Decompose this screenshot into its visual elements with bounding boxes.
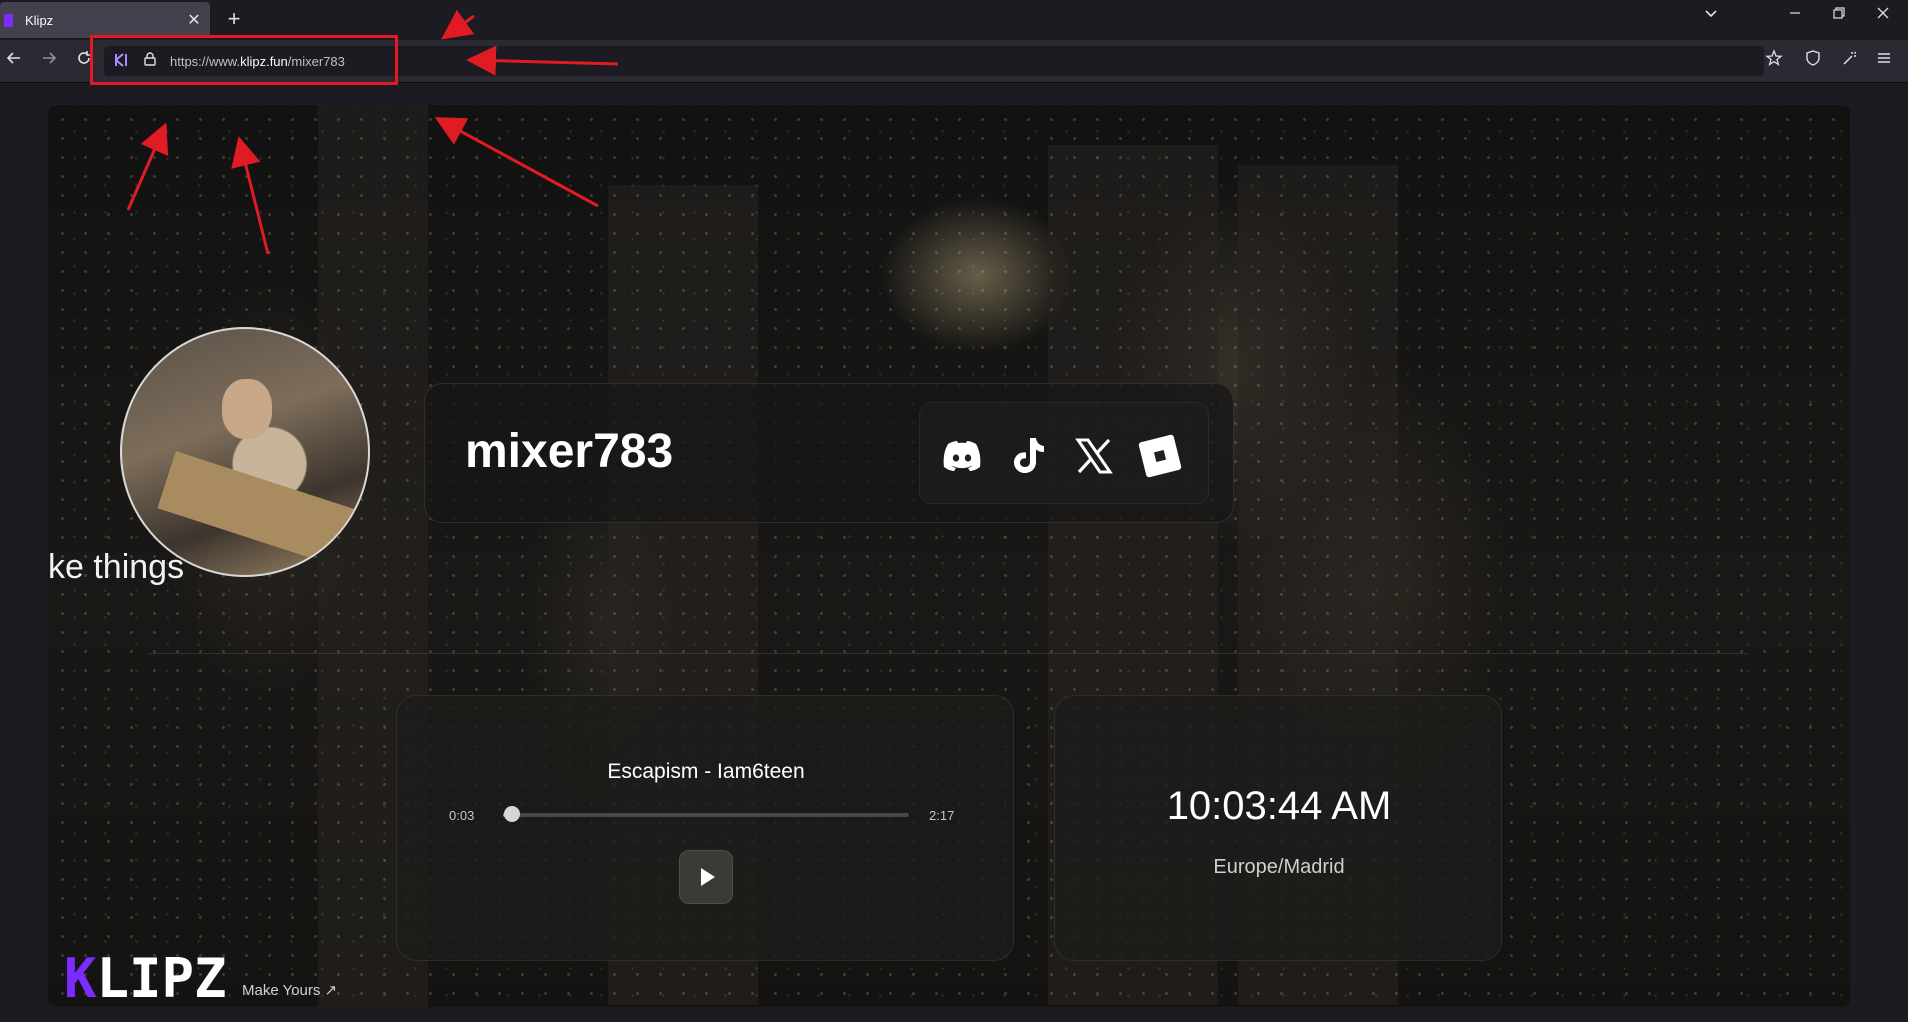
tab-strip: Klipz ✕ +: [0, 0, 1908, 40]
restore-icon[interactable]: [1828, 6, 1850, 25]
profile-card: mixer783: [424, 383, 1234, 523]
tiktok-icon[interactable]: [1004, 432, 1052, 480]
discord-icon[interactable]: [938, 432, 986, 480]
tab-close-icon[interactable]: ✕: [184, 10, 204, 30]
clock-card: 10:03:44 AM Europe/Madrid: [1054, 695, 1502, 961]
bio-text: ke things: [48, 548, 185, 586]
avatar-face: [222, 379, 272, 439]
forward-icon[interactable]: [37, 49, 61, 73]
shield-icon[interactable]: [1801, 49, 1825, 72]
minimize-icon[interactable]: [1784, 6, 1806, 25]
song-title: Escapism - Iam6teen: [607, 760, 805, 783]
seek-bar[interactable]: [503, 806, 909, 822]
username: mixer783: [465, 425, 674, 478]
current-time: 0:03: [449, 808, 475, 823]
klipz-favicon-icon: [4, 13, 13, 27]
list-all-tabs-icon[interactable]: [1700, 6, 1722, 25]
back-icon[interactable]: [2, 49, 26, 73]
close-window-icon[interactable]: [1872, 6, 1894, 25]
seek-thumb[interactable]: [503, 806, 520, 822]
bookmark-star-icon[interactable]: [1762, 49, 1786, 72]
menu-icon[interactable]: [1872, 49, 1896, 72]
play-icon: [701, 868, 715, 886]
avatar: [120, 327, 370, 577]
avatar-table: [157, 451, 357, 567]
klipz-logo[interactable]: KLIPZ: [64, 947, 234, 1007]
tab-klipz[interactable]: Klipz ✕: [0, 2, 210, 38]
music-player-card: Escapism - Iam6teen 0:03 2:17: [396, 695, 1014, 961]
logo-letter-k: KLIPZ: [64, 951, 227, 1003]
clock-timezone: Europe/Madrid: [1213, 856, 1345, 878]
annotation-highlight-box: [90, 35, 398, 85]
play-button[interactable]: [679, 850, 733, 904]
clock-time: 10:03:44 AM: [1166, 784, 1392, 828]
x-icon[interactable]: [1070, 432, 1118, 480]
extensions-icon[interactable]: [1838, 49, 1862, 72]
roblox-icon[interactable]: [1136, 432, 1184, 480]
make-yours-link[interactable]: Make Yours ↗: [242, 981, 337, 999]
social-links: [919, 402, 1209, 504]
new-tab-button[interactable]: +: [224, 6, 244, 32]
section-divider: [148, 653, 1748, 654]
total-time: 2:17: [929, 808, 955, 823]
tab-title: Klipz: [25, 12, 54, 28]
profile-page: ke things mixer783 Escapism - Iam6teen 0…: [48, 105, 1850, 1007]
